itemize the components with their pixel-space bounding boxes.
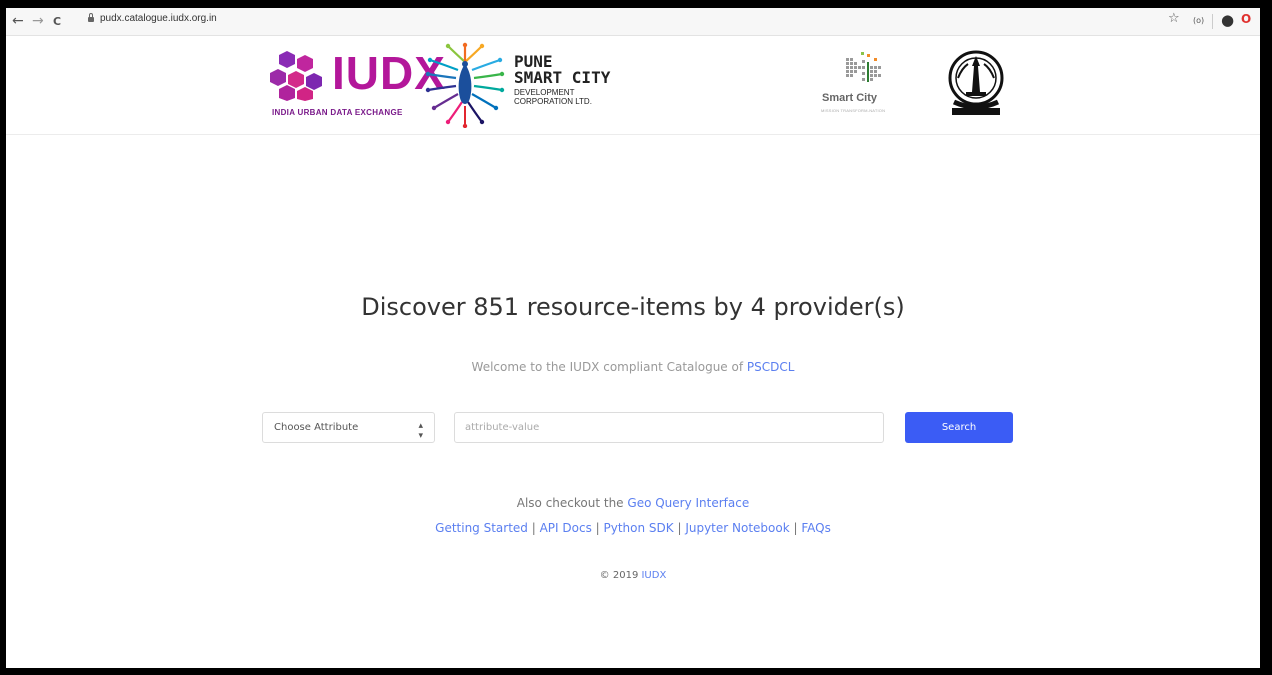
- opera-icon[interactable]: O: [1241, 12, 1251, 26]
- forward-icon[interactable]: →: [32, 12, 44, 30]
- account-icon[interactable]: ●: [1221, 11, 1234, 29]
- api-docs-link[interactable]: API Docs: [540, 521, 592, 535]
- link-separator: |: [673, 521, 686, 535]
- smart-city-logo-tagline: MISSION TRANSFORM-NATION: [821, 108, 886, 113]
- pune-peacock-logo-icon: [425, 42, 505, 128]
- geo-query-text: Also checkout the: [516, 496, 628, 510]
- browser-window: ← → C pudx.catalogue.iudx.org.in ☆ (o) ●…: [6, 8, 1260, 668]
- welcome-text-label: Welcome to the IUDX compliant Catalogue …: [471, 360, 747, 374]
- back-icon[interactable]: ←: [12, 12, 24, 30]
- pune-sub-line-2: CORPORATION LTD.: [514, 97, 592, 106]
- pune-logo-title: PUNE SMART CITY: [514, 54, 610, 86]
- resource-links: Getting Started | API Docs | Python SDK …: [6, 521, 1260, 535]
- extension-icon[interactable]: (o): [1193, 16, 1204, 25]
- faqs-link[interactable]: FAQs: [801, 521, 831, 535]
- link-separator: |: [789, 521, 802, 535]
- getting-started-link[interactable]: Getting Started: [435, 521, 528, 535]
- select-arrows-icon: ▴ ▾: [418, 421, 423, 441]
- iudx-footer-link[interactable]: IUDX: [641, 570, 666, 581]
- reload-icon[interactable]: C: [53, 13, 61, 31]
- welcome-text: Welcome to the IUDX compliant Catalogue …: [6, 360, 1260, 374]
- link-separator: |: [527, 521, 540, 535]
- lock-icon: [88, 13, 94, 22]
- pune-logo-subtitle: DEVELOPMENT CORPORATION LTD.: [514, 88, 592, 106]
- iudx-hexagon-logo-icon: [270, 51, 322, 101]
- geo-query-line: Also checkout the Geo Query Interface: [6, 496, 1260, 510]
- attribute-select[interactable]: Choose Attribute ▴ ▾: [262, 412, 435, 443]
- copyright-text: © 2019: [599, 570, 642, 581]
- logo-header: IUDX INDIA URBAN DATA EXCHANGE PUNE SMAR…: [6, 36, 1260, 135]
- attribute-select-label: Choose Attribute: [274, 422, 359, 433]
- page-headline: Discover 851 resource-items by 4 provide…: [361, 293, 905, 321]
- search-button[interactable]: Search: [905, 412, 1013, 443]
- bookmark-star-icon[interactable]: ☆: [1168, 11, 1180, 26]
- iudx-logo-subtitle: INDIA URBAN DATA EXCHANGE: [272, 108, 403, 117]
- iisc-emblem-icon: [948, 50, 1004, 115]
- browser-toolbar: ← → C pudx.catalogue.iudx.org.in ☆ (o) ●…: [6, 8, 1260, 36]
- link-separator: |: [591, 521, 604, 535]
- smart-city-logo-icon: [846, 52, 881, 82]
- address-bar[interactable]: pudx.catalogue.iudx.org.in: [100, 13, 217, 24]
- geo-query-link[interactable]: Geo Query Interface: [627, 496, 749, 510]
- pune-sub-line-1: DEVELOPMENT: [514, 88, 575, 97]
- jupyter-notebook-link[interactable]: Jupyter Notebook: [685, 521, 789, 535]
- smart-city-logo-text: Smart City: [822, 92, 878, 104]
- pscdcl-link[interactable]: PSCDCL: [747, 360, 795, 374]
- copyright: © 2019 IUDX: [6, 570, 1260, 581]
- attribute-value-input[interactable]: [454, 412, 884, 443]
- pune-title-line-2: SMART CITY: [514, 68, 611, 87]
- toolbar-divider: [1212, 14, 1213, 29]
- python-sdk-link[interactable]: Python SDK: [604, 521, 674, 535]
